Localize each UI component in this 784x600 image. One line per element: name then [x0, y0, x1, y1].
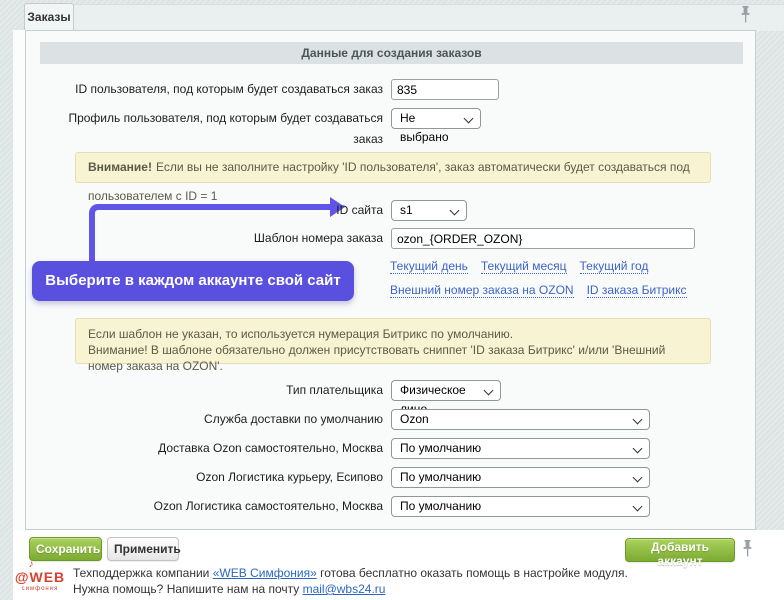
delivery-ozon-moscow-select-value: По умолчанию [400, 441, 481, 455]
user-id-label: ID пользователя, под которым будет созда… [40, 79, 383, 100]
site-select-tooltip: Выберите в каждом аккаунте свой сайт [32, 261, 354, 301]
delivery-ozon-moscow-select[interactable]: По умолчанию [391, 438, 650, 459]
delivery-esipovo-label: Ozon Логистика курьеру, Есипово [40, 467, 383, 488]
settings-page: Заказы Данные для создания заказов ID по… [0, 0, 784, 600]
web-symphony-logo: ♪ @WEB симфония [14, 560, 66, 592]
web-symphony-link[interactable]: «WEB Симфония» [213, 566, 317, 580]
snippet-link-current-month[interactable]: Текущий месяц [481, 259, 567, 274]
delivery-esipovo-select[interactable]: По умолчанию [391, 467, 650, 488]
apply-button[interactable]: Применить [107, 537, 179, 561]
chevron-down-icon [633, 502, 643, 512]
chevron-down-icon [633, 444, 643, 454]
user-id-input[interactable] [391, 79, 499, 100]
delivery-ozon-moscow-label: Доставка Ozon самостоятельно, Москва [40, 438, 383, 459]
support-line1: Техподдержка компании «WEB Симфония» гот… [73, 565, 628, 581]
profile-select[interactable]: Не выбрано [391, 108, 481, 129]
order-template-label: Шаблон номера заказа [40, 228, 383, 249]
template-note-line2: Внимание! В шаблоне обязательно должен п… [88, 342, 698, 374]
panel-gutter [13, 30, 25, 600]
delivery-logistics-moscow-label: Ozon Логистика самостоятельно, Москва [40, 496, 383, 517]
delivery-logistics-moscow-select-value: По умолчанию [400, 499, 481, 513]
support-email-link[interactable]: mail@wbs24.ru [303, 582, 386, 596]
delivery-esipovo-select-value: По умолчанию [400, 470, 481, 484]
snippet-link-current-day[interactable]: Текущий день [390, 259, 468, 274]
delivery-logistics-moscow-select[interactable]: По умолчанию [391, 496, 650, 517]
support-text: Техподдержка компании «WEB Симфония» гот… [73, 565, 628, 597]
support-prefix: Техподдержка компании [73, 566, 213, 580]
chevron-down-icon [450, 206, 460, 216]
support-line2: Нужна помощь? Напишите нам на почту mail… [73, 581, 628, 597]
template-note-line1: Если шаблон не указан, то используется н… [88, 326, 698, 342]
site-id-select[interactable]: s1 [391, 200, 467, 221]
default-delivery-select[interactable]: Ozon [391, 409, 650, 430]
save-button[interactable]: Сохранить [29, 537, 102, 561]
site-id-label: ID сайта [40, 200, 383, 221]
warning-bold: Внимание! [88, 160, 152, 174]
template-note: Если шаблон не указан, то используется н… [75, 318, 711, 364]
logo-sub-text: симфония [14, 586, 66, 592]
chevron-down-icon [633, 415, 643, 425]
help-prefix: Нужна помощь? Напишите нам на почту [73, 582, 303, 596]
tab-orders[interactable]: Заказы [24, 3, 74, 30]
payer-type-select[interactable]: Физическое лицо [391, 380, 501, 401]
snippet-link-current-year[interactable]: Текущий год [580, 259, 649, 274]
chevron-down-icon [633, 473, 643, 483]
site-id-select-value: s1 [400, 203, 413, 217]
panel-title: Данные для создания заказов [40, 42, 743, 64]
snippet-link-bitrix-id[interactable]: ID заказа Битрикс [587, 283, 687, 298]
user-id-warning: Внимание!Если вы не заполните настройку … [75, 152, 711, 183]
chevron-down-icon [484, 386, 494, 396]
chevron-down-icon [464, 114, 474, 124]
logo-main-text: @WEB [14, 570, 66, 584]
profile-select-value: Не выбрано [400, 111, 449, 144]
snippet-link-ozon-number[interactable]: Внешний номер заказа на OZON [390, 283, 574, 298]
default-delivery-select-value: Ozon [400, 412, 429, 426]
support-suffix: готова бесплатно оказать помощь в настро… [317, 566, 628, 580]
payer-type-label: Тип плательщика [40, 380, 383, 401]
tab-strip [72, 4, 784, 31]
add-account-button[interactable]: Добавить аккаунт [625, 538, 735, 562]
default-delivery-label: Служба доставки по умолчанию [40, 409, 383, 430]
order-template-input[interactable] [391, 228, 695, 249]
profile-label: Профиль пользователя, под которым будет … [40, 108, 383, 150]
pin-icon[interactable] [740, 6, 751, 28]
pin-icon[interactable] [742, 540, 753, 562]
